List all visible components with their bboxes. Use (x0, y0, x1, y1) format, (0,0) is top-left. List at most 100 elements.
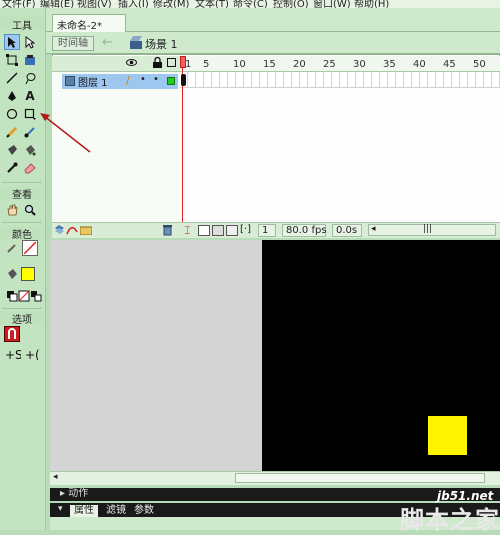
options-header: 选项 (0, 311, 44, 326)
fill-color-icon[interactable] (4, 266, 20, 282)
frame-mark: 50 (473, 59, 486, 70)
modify-markers-icon[interactable]: [·] (240, 224, 251, 235)
menu-view[interactable]: 视图(V) (77, 0, 112, 8)
separator (2, 308, 42, 309)
smooth-icon[interactable]: +S (4, 346, 22, 362)
menu-help[interactable]: 帮助(H) (354, 0, 389, 8)
frame-mark: 25 (323, 59, 336, 70)
line-tool-icon[interactable] (4, 70, 20, 86)
tab-properties[interactable]: 属性 (70, 505, 98, 517)
yellow-rectangle[interactable] (428, 416, 467, 455)
selection-tool-icon[interactable] (4, 34, 20, 50)
frame-mark: 20 (293, 59, 306, 70)
frame-rate-field[interactable]: 80.0 fps (282, 224, 327, 237)
empty-frames-area (180, 88, 500, 222)
stroke-color-icon[interactable] (4, 240, 20, 256)
pen-tool-icon[interactable] (4, 88, 20, 104)
expand-icon: ▸ (60, 488, 69, 499)
insert-layer-icon[interactable] (54, 224, 65, 239)
collapse-icon[interactable]: ▾ (58, 504, 63, 514)
layer-row[interactable]: 图层 1 / • • (62, 74, 178, 89)
outline-icon[interactable] (167, 58, 176, 67)
lasso-tool-icon[interactable] (22, 70, 38, 86)
scene-label[interactable]: 场景 1 (145, 36, 178, 52)
menu-edit[interactable]: 编辑(E) (40, 0, 74, 8)
scene-icon (130, 36, 142, 49)
menu-window[interactable]: 窗口(W) (313, 0, 351, 8)
scroll-left-icon[interactable]: ◂ (53, 472, 58, 482)
scroll-thumb[interactable] (235, 473, 485, 483)
svg-text:+S: +S (5, 348, 21, 360)
menu-commands[interactable]: 命令(C) (233, 0, 268, 8)
layer-color-swatch[interactable] (167, 77, 175, 85)
lock-dot[interactable]: • (153, 74, 159, 85)
layer-header (52, 56, 180, 72)
frame-mark: 15 (263, 59, 276, 70)
rectangle-tool-icon[interactable] (22, 106, 38, 122)
tab-filters[interactable]: 滤镜 (102, 505, 130, 517)
center-frame-icon[interactable]: ⌶ (184, 224, 191, 238)
eyedropper-icon[interactable] (4, 160, 20, 176)
subselection-tool-icon[interactable] (22, 34, 38, 50)
tab-parameters[interactable]: 参数 (130, 505, 158, 517)
menu-modify[interactable]: 修改(M) (153, 0, 189, 8)
layer-icon (65, 76, 75, 86)
straighten-icon[interactable]: +( (24, 346, 42, 362)
hand-tool-icon[interactable] (4, 202, 20, 218)
onion-skin-icon[interactable] (198, 225, 210, 236)
view-header: 查看 (0, 186, 44, 201)
document-tab[interactable]: 未命名-2* (52, 14, 126, 32)
menu-text[interactable]: 文本(T) (195, 0, 229, 8)
layer-list (52, 72, 180, 222)
timeline-toggle-button[interactable]: 时间轴 (52, 36, 94, 51)
menu-insert[interactable]: 插入(I) (118, 0, 149, 8)
scroll-left-icon[interactable]: ◂ (371, 224, 376, 234)
frame-mark: 45 (443, 59, 456, 70)
scroll-grip-icon[interactable]: ||| (423, 224, 432, 234)
playhead[interactable] (180, 56, 186, 68)
frame-ruler[interactable]: 1 5 10 15 20 25 30 35 40 45 50 (180, 56, 500, 72)
stroke-color-swatch[interactable] (22, 240, 38, 256)
onion-outline-icon[interactable] (212, 225, 224, 236)
separator (2, 182, 42, 183)
frame-mark: 10 (233, 59, 246, 70)
lock-icon[interactable] (153, 56, 162, 71)
menu-file[interactable]: 文件(F) (2, 0, 36, 8)
visibility-dot[interactable]: • (140, 74, 146, 85)
motion-guide-icon[interactable] (66, 224, 78, 239)
snap-to-objects-icon[interactable] (4, 326, 20, 342)
frame-mark: 35 (383, 59, 396, 70)
menu-control[interactable]: 控制(O) (273, 0, 309, 8)
oval-tool-icon[interactable] (4, 106, 20, 122)
delete-layer-icon[interactable] (162, 224, 173, 239)
frame-mark: 30 (353, 59, 366, 70)
text-tool-icon[interactable]: A (22, 88, 38, 104)
current-frame-field: 1 (258, 224, 276, 237)
separator (2, 222, 42, 223)
gradient-transform-icon[interactable] (22, 52, 38, 68)
ink-bottle-icon[interactable] (4, 142, 20, 158)
free-transform-icon[interactable] (4, 52, 20, 68)
svg-text:+(: +( (25, 348, 40, 360)
frame-mark: 5 (203, 59, 210, 70)
edit-multiple-frames-icon[interactable] (226, 225, 238, 236)
layer-footer (52, 222, 180, 238)
brush-tool-icon[interactable] (22, 124, 38, 140)
pencil-tool-icon[interactable] (4, 124, 20, 140)
back-arrow-icon[interactable]: ← (102, 35, 116, 51)
keyframe[interactable] (181, 74, 186, 86)
color-header: 颜色 (0, 226, 44, 241)
eraser-icon[interactable] (22, 160, 38, 176)
swap-colors-icon[interactable] (28, 288, 44, 304)
layer-name[interactable]: 图层 1 (78, 74, 108, 89)
fill-color-swatch[interactable] (21, 267, 35, 281)
pencil-edit-icon: / (126, 74, 130, 87)
timeline-scrollbar[interactable]: ◂ ||| (368, 224, 496, 236)
paint-bucket-icon[interactable] (22, 142, 38, 158)
layer-frames[interactable] (180, 72, 500, 88)
zoom-tool-icon[interactable] (22, 202, 38, 218)
insert-folder-icon[interactable] (79, 225, 93, 238)
actions-label: 动作 (68, 488, 89, 499)
tools-panel: 工具 A 查看 颜色 选项 +S +( (0, 8, 46, 530)
eye-icon[interactable] (126, 57, 137, 71)
